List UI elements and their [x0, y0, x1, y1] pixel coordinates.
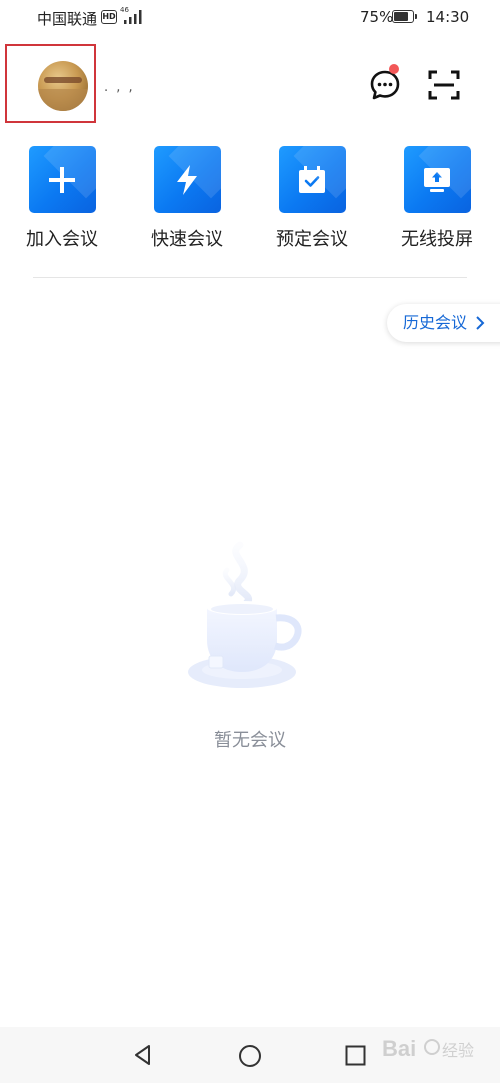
calendar-check-icon	[299, 165, 325, 193]
empty-state-text: 暂无会议	[214, 730, 286, 751]
quick-meeting-label: 快速会议	[151, 229, 223, 250]
watermark-logo: Bai 经验	[382, 1036, 474, 1061]
back-icon[interactable]	[132, 1044, 154, 1066]
coffee-cup-icon	[188, 541, 302, 688]
history-meetings-label: 历史会议	[403, 313, 468, 332]
schedule-meeting-label: 预定会议	[276, 229, 348, 250]
hd-badge: HD	[101, 10, 117, 24]
join-meeting-button[interactable]: 加入会议	[17, 146, 107, 251]
divider	[33, 277, 467, 278]
quick-meeting-button[interactable]: 快速会议	[142, 146, 232, 251]
signal-icon	[124, 10, 142, 24]
scan-icon[interactable]	[428, 70, 460, 100]
plus-icon	[49, 166, 75, 193]
chevron-right-icon	[476, 316, 485, 330]
status-bar: 中国联通 HD 46 75% 14:30	[0, 0, 500, 36]
unread-badge	[389, 64, 399, 74]
clock: 14:30	[426, 8, 470, 26]
screen-cast-label: 无线投屏	[401, 229, 473, 250]
svg-text:Bai: Bai	[382, 1036, 416, 1061]
battery-percent: 75%	[360, 8, 394, 26]
username[interactable]: . , ,	[104, 80, 135, 95]
svg-text:经验: 经验	[442, 1041, 474, 1060]
history-meetings-button[interactable]: 历史会议	[387, 304, 500, 342]
screen-cast-icon	[424, 167, 450, 192]
recent-apps-icon[interactable]	[345, 1045, 366, 1066]
avatar[interactable]	[38, 61, 88, 111]
lightning-icon	[177, 164, 197, 195]
carrier-name: 中国联通	[37, 10, 98, 28]
screen-cast-button[interactable]: 无线投屏	[392, 146, 482, 251]
message-icon[interactable]	[369, 69, 401, 101]
schedule-meeting-button[interactable]: 预定会议	[267, 146, 357, 251]
join-meeting-label: 加入会议	[26, 229, 98, 250]
battery-icon	[392, 10, 417, 23]
home-icon[interactable]	[238, 1044, 262, 1068]
